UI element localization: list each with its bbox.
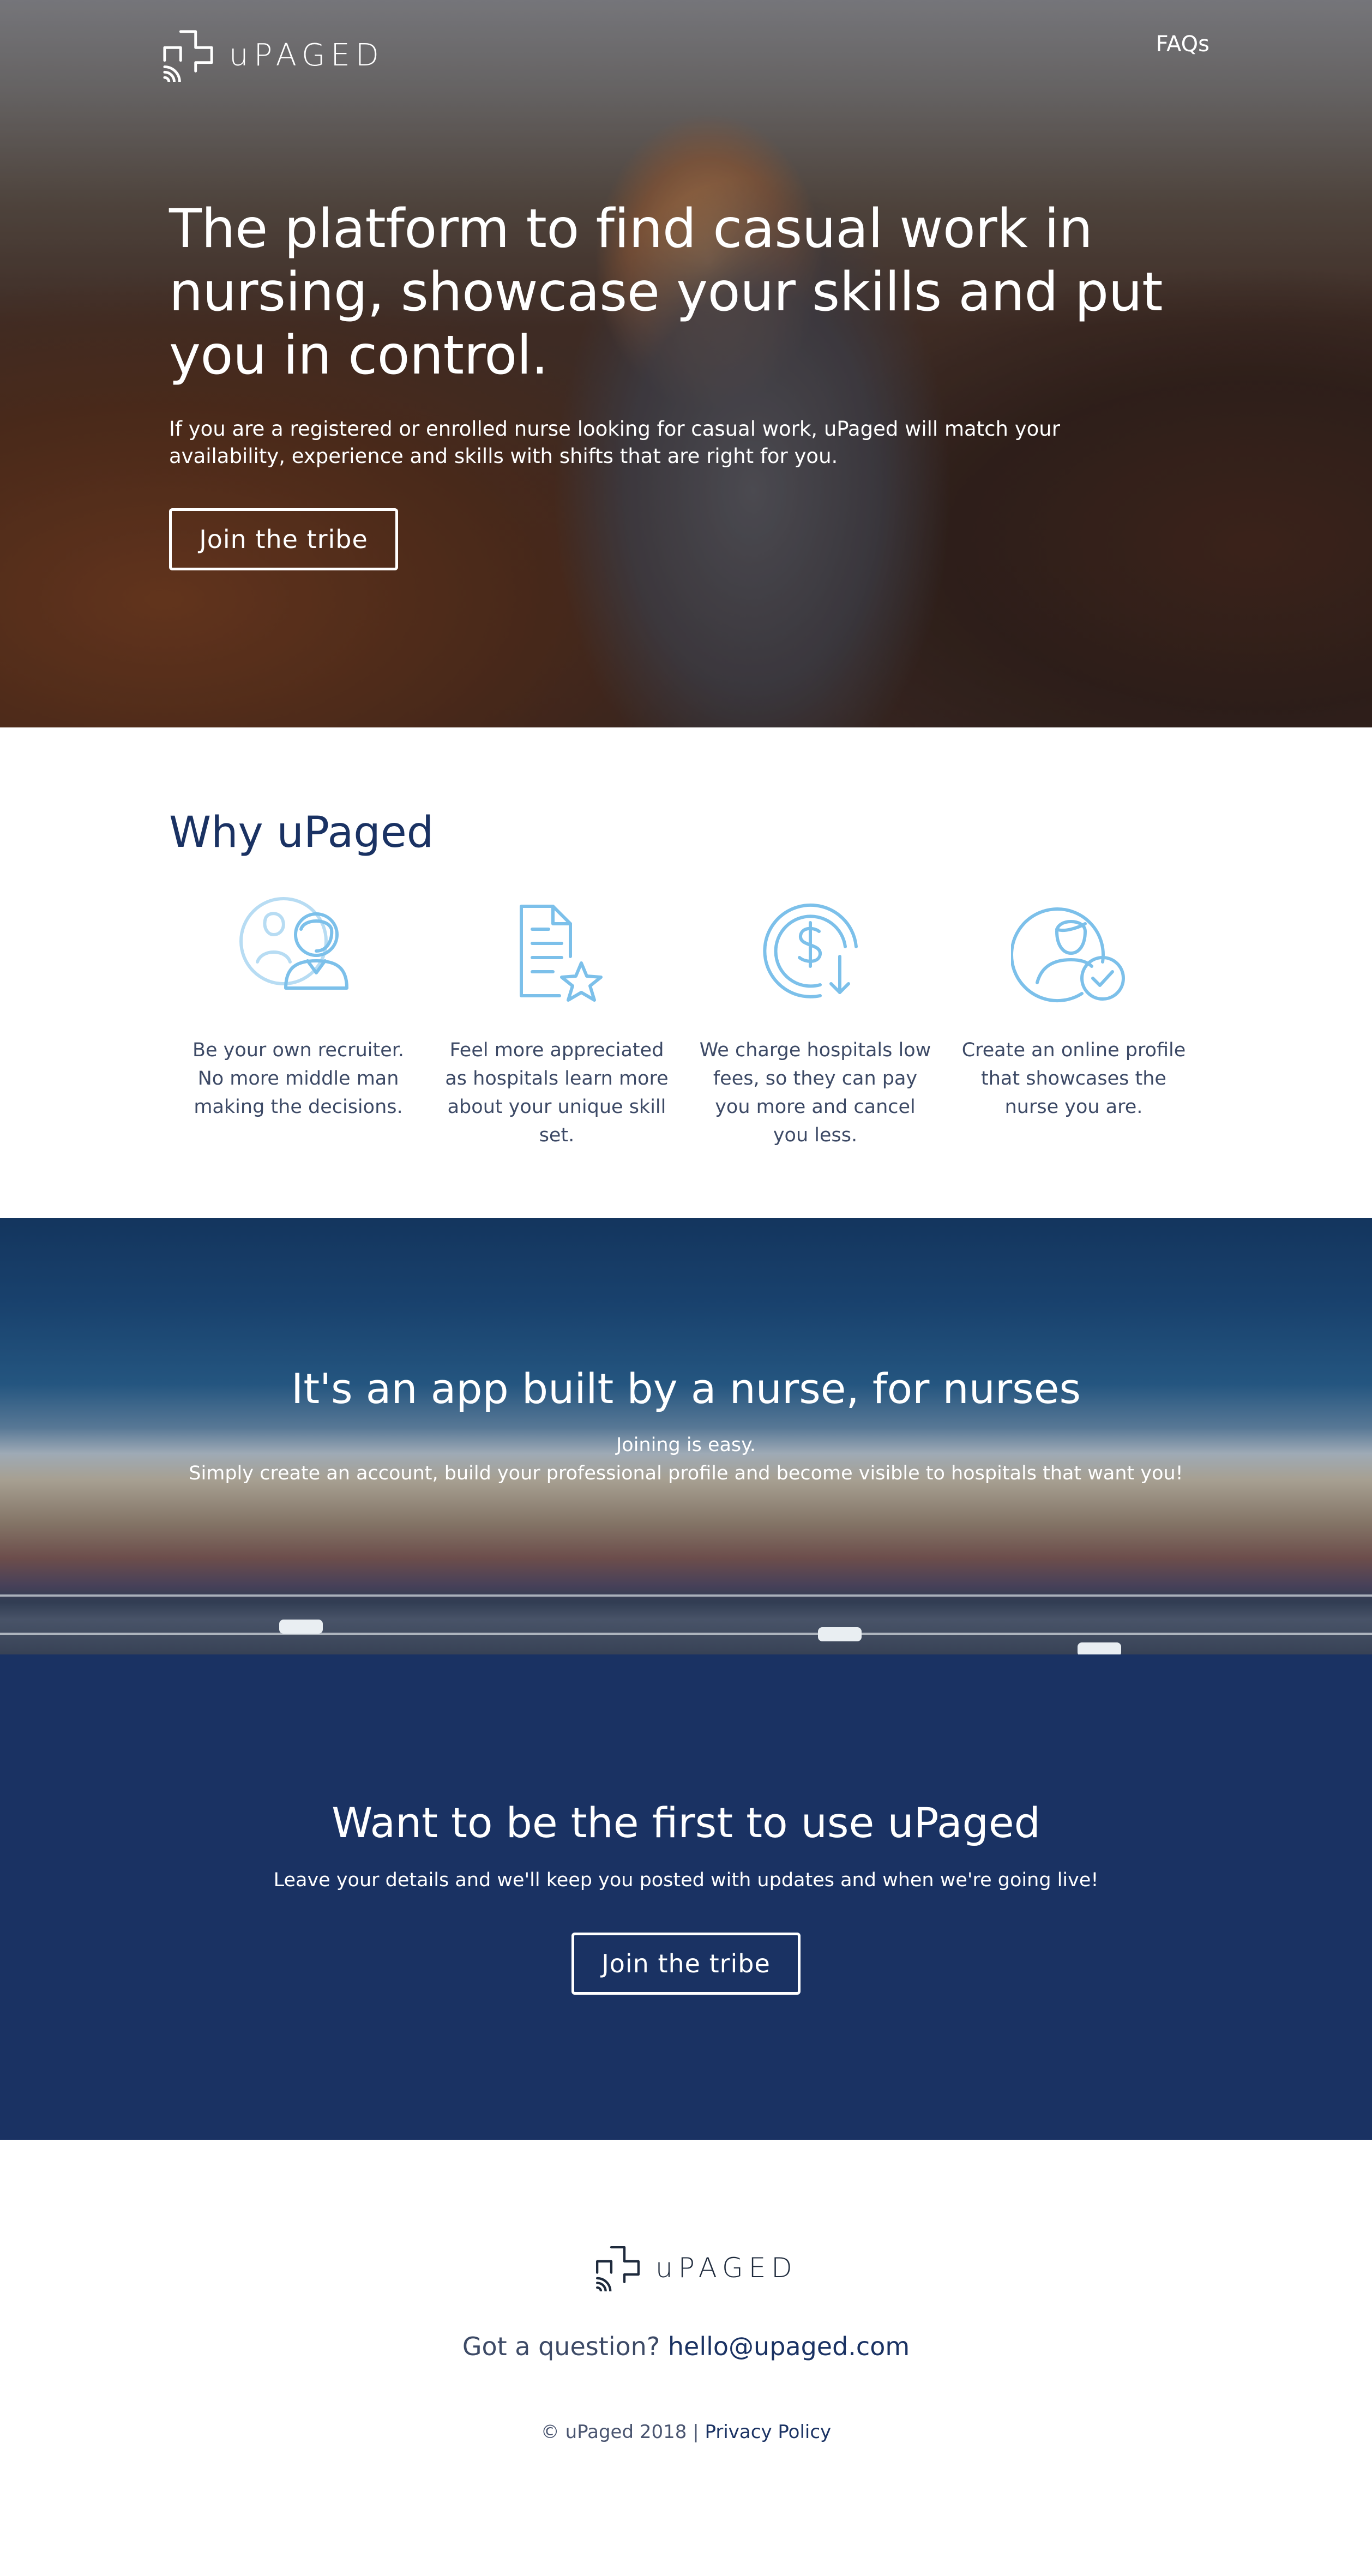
hero-title: The platform to find casual work in nurs…	[169, 198, 1163, 387]
hero-section: uPAGED FAQs The platform to find casual …	[0, 0, 1372, 727]
feature-text: Create an online profile that showcases …	[961, 1039, 1186, 1118]
signup-subtitle: Leave your details and we'll keep you po…	[273, 1869, 1099, 1891]
car-shape	[818, 1627, 862, 1641]
contact-line: Got a question? hello@upaged.com	[0, 2332, 1372, 2361]
car-shape	[279, 1620, 323, 1634]
copyright-line: © uPaged 2018 | Privacy Policy	[0, 2421, 1372, 2443]
car-shape	[1078, 1642, 1121, 1654]
feature-item: Feel more appreciated as hospitals learn…	[428, 896, 686, 1149]
signup-title: Want to be the first to use uPaged	[332, 1798, 1040, 1847]
question-prefix: Got a question?	[462, 2332, 660, 2361]
signup-section: Want to be the first to use uPaged Leave…	[0, 1654, 1372, 2140]
feature-text: Be your own recruiter. No more middle ma…	[192, 1039, 405, 1118]
app-line-1: Joining is easy.	[616, 1434, 756, 1456]
signup-join-button[interactable]: Join the tribe	[571, 1933, 801, 1995]
hero-join-button[interactable]: Join the tribe	[169, 508, 398, 570]
feature-item: Be your own recruiter. No more middle ma…	[169, 896, 428, 1149]
cross-signal-logo-icon	[163, 30, 213, 82]
road-divider	[0, 1633, 1372, 1635]
profile-check-icon	[1011, 907, 1125, 1003]
dollar-refund-icon	[763, 903, 858, 998]
app-title: It's an app built by a nurse, for nurses	[291, 1364, 1081, 1413]
brand-wordmark: uPAGED	[655, 2252, 798, 2284]
feature-item: We charge hospitals low fees, so they ca…	[686, 896, 944, 1149]
footer-logo[interactable]: uPAGED	[594, 2244, 798, 2291]
app-line-2: Simply create an account, build your pro…	[189, 1462, 1183, 1484]
feature-list: Be your own recruiter. No more middle ma…	[169, 896, 1203, 1149]
copyright-text: © uPaged 2018 |	[540, 2421, 699, 2443]
email-link[interactable]: hello@upaged.com	[668, 2332, 910, 2361]
nav-faqs-link[interactable]: FAQs	[1156, 32, 1209, 57]
cross-signal-logo-icon	[596, 2246, 640, 2291]
header-logo[interactable]: uPAGED	[161, 28, 384, 82]
privacy-policy-link[interactable]: Privacy Policy	[705, 2421, 831, 2443]
hero-subtitle: If you are a registered or enrolled nurs…	[169, 417, 1060, 468]
document-star-icon	[520, 905, 603, 1002]
brand-wordmark: uPAGED	[229, 37, 384, 73]
recruiter-icon	[239, 897, 348, 990]
road-divider	[0, 1594, 1372, 1597]
feature-item: Create an online profile that showcases …	[944, 896, 1203, 1149]
feature-text: We charge hospitals low fees, so they ca…	[699, 1039, 931, 1146]
feature-text: Feel more appreciated as hospitals learn…	[445, 1039, 669, 1146]
why-title: Why uPaged	[169, 808, 434, 857]
why-section: Why uPaged Be your own recruiter. No mor…	[0, 727, 1372, 1218]
app-banner-section: It's an app built by a nurse, for nurses…	[0, 1218, 1372, 1654]
footer: uPAGED Got a question? hello@upaged.com …	[0, 2140, 1372, 2576]
